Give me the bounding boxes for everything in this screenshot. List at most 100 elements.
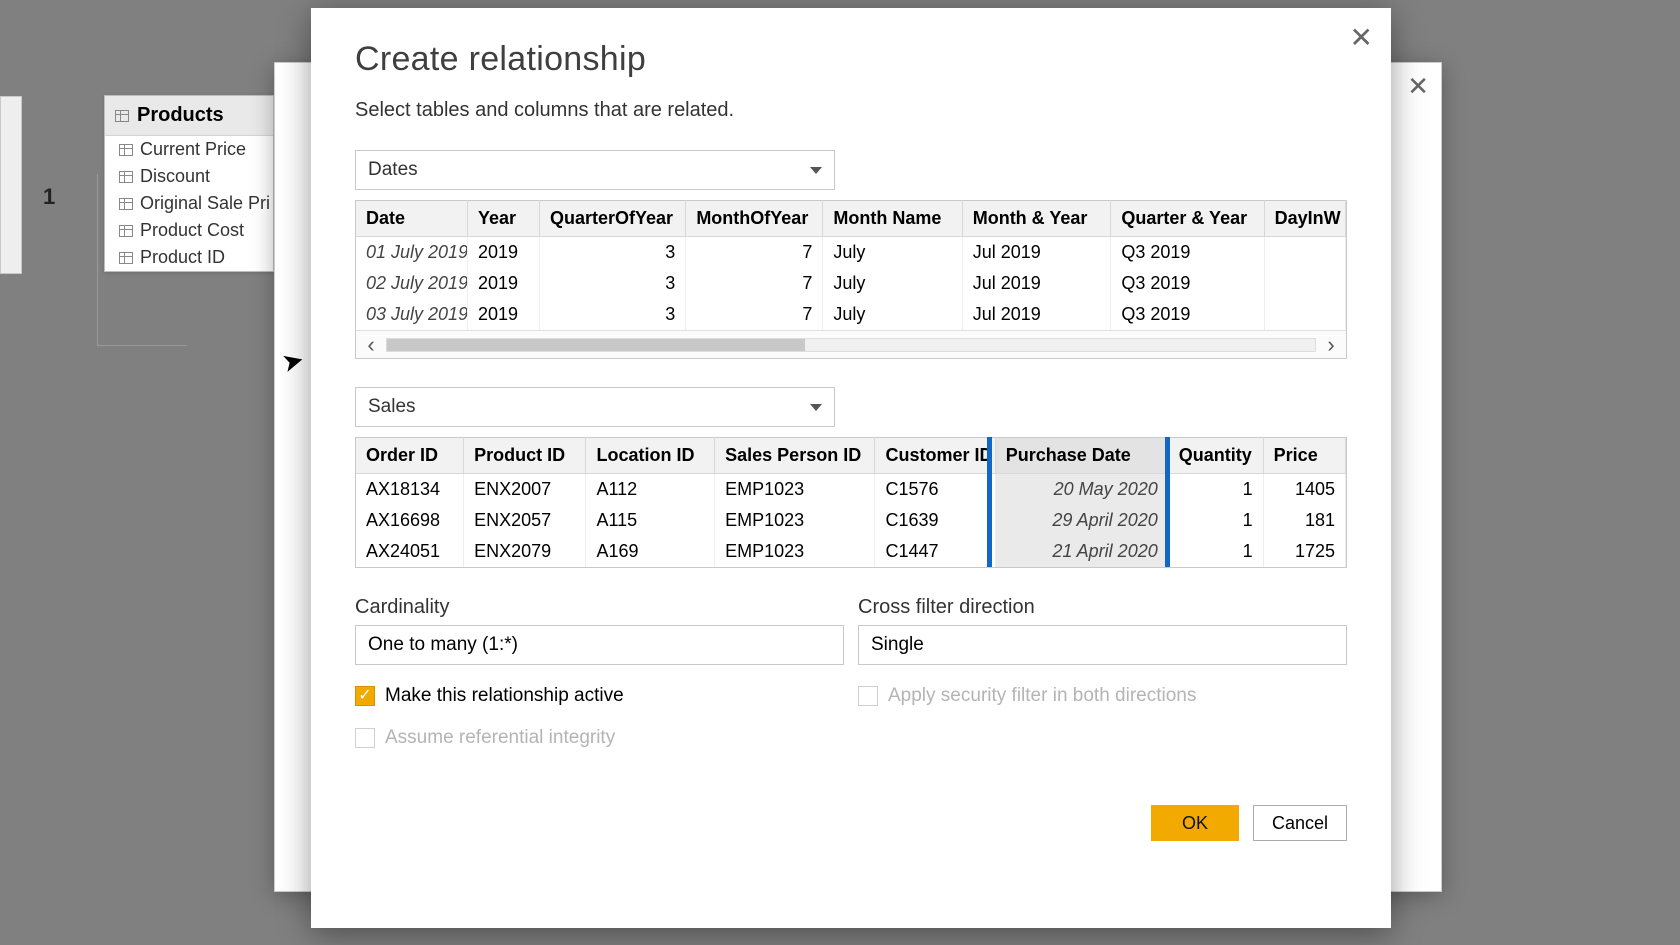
column-header[interactable]: Quarter & Year [1111,201,1264,237]
close-icon[interactable]: ✕ [1407,71,1429,102]
column-header[interactable]: Sales Person ID [715,438,875,474]
table-cell: 7 [686,299,823,330]
table-cell: 1 [1168,474,1263,506]
table2-preview: Order IDProduct IDLocation IDSales Perso… [355,437,1347,568]
table-cell: C1447 [875,536,995,567]
products-card-title: Products [137,104,224,127]
checkbox-active[interactable]: ✓ [355,686,375,706]
table-cell: 2019 [467,237,539,269]
table-cell: EMP1023 [715,474,875,506]
table2-select[interactable]: Sales [355,387,835,427]
table-cell: ENX2079 [464,536,586,567]
close-icon[interactable]: ✕ [1350,24,1373,52]
table-cell: 181 [1263,505,1345,536]
column-header[interactable]: Price [1263,438,1345,474]
crossfilter-label: Cross filter direction [858,596,1347,619]
table-cell [1264,237,1345,269]
field-label: Current Price [140,139,246,160]
security-checkbox-label: Apply security filter in both directions [888,685,1196,707]
bg-mini-panel [0,96,22,274]
table1-hscroll[interactable]: ‹ › [356,330,1346,358]
table-cell: 3 [539,268,685,299]
table-row: 02 July 2019201937JulyJul 2019Q3 2019 [356,268,1346,299]
scroll-thumb[interactable] [387,339,805,351]
cancel-button[interactable]: Cancel [1253,805,1347,841]
products-table-card[interactable]: Products Current Price Discount Original S… [104,95,274,272]
table1-preview: DateYearQuarterOfYearMonthOfYearMonth Na… [355,200,1347,359]
scroll-left-icon[interactable]: ‹ [356,332,386,358]
table-cell: 1 [1168,505,1263,536]
products-card-header: Products [105,96,273,136]
column-header[interactable]: DayInW [1264,201,1345,237]
table-cell: Q3 2019 [1111,299,1264,330]
crossfilter-select[interactable]: Single [858,625,1347,665]
column-header[interactable]: Product ID [464,438,586,474]
active-checkbox-label: Make this relationship active [385,685,624,707]
field-label: Original Sale Pri [140,193,270,214]
products-field[interactable]: Discount [105,163,273,190]
field-label: Discount [140,166,210,187]
table-row: AX18134ENX2007A112EMP1023C157620 May 202… [356,474,1346,506]
column-header[interactable]: MonthOfYear [686,201,823,237]
products-field[interactable]: Current Price [105,136,273,163]
table-cell: 7 [686,237,823,269]
column-icon [119,225,133,237]
column-header[interactable]: Year [467,201,539,237]
cardinality-label: Cardinality [355,596,844,619]
table-cell: A115 [586,505,715,536]
table-cell: July [823,299,962,330]
dialog-title: Create relationship [355,40,1347,79]
bg-cardinality-one: 1 [40,184,58,210]
column-header[interactable]: Order ID [356,438,464,474]
dialog-subtitle: Select tables and columns that are relat… [355,99,1347,122]
table-cell: Jul 2019 [962,268,1111,299]
column-header[interactable]: Location ID [586,438,715,474]
products-field[interactable]: Original Sale Pri [105,190,273,217]
table-cell: 1725 [1263,536,1345,567]
table1-select[interactable]: Dates [355,150,835,190]
table-row: AX24051ENX2079A169EMP1023C144721 April 2… [356,536,1346,567]
column-header[interactable]: Month & Year [962,201,1111,237]
column-icon [119,252,133,264]
table-cell: 21 April 2020 [995,536,1168,567]
table-cell: July [823,268,962,299]
table-cell: AX18134 [356,474,464,506]
cardinality-select[interactable]: One to many (1:*) [355,625,844,665]
table-cell [1264,299,1345,330]
column-header[interactable]: Date [356,201,467,237]
column-header[interactable]: Quantity [1168,438,1263,474]
cardinality-value: One to many (1:*) [368,634,518,656]
products-field[interactable]: Product Cost [105,217,273,244]
scroll-track[interactable] [386,338,1316,352]
table-row: 03 July 2019201937JulyJul 2019Q3 2019 [356,299,1346,330]
column-header[interactable]: Customer ID [875,438,995,474]
table-cell [1264,268,1345,299]
table-cell: 02 July 2019 [356,268,467,299]
column-header[interactable]: QuarterOfYear [539,201,685,237]
table-cell: EMP1023 [715,536,875,567]
table-cell: Jul 2019 [962,237,1111,269]
table-cell: 2019 [467,299,539,330]
scroll-right-icon[interactable]: › [1316,332,1346,358]
table-cell: C1639 [875,505,995,536]
table-cell: 03 July 2019 [356,299,467,330]
referential-checkbox-label: Assume referential integrity [385,727,615,749]
table-cell: Jul 2019 [962,299,1111,330]
table-cell: ENX2007 [464,474,586,506]
table-cell: 20 May 2020 [995,474,1168,506]
ok-button[interactable]: OK [1151,805,1239,841]
table-cell: 1 [1168,536,1263,567]
table-cell: A112 [586,474,715,506]
active-checkbox-row[interactable]: ✓ Make this relationship active [355,685,844,707]
checkbox-security [858,686,878,706]
table-cell: AX16698 [356,505,464,536]
column-icon [119,171,133,183]
field-label: Product Cost [140,220,244,241]
checkbox-referential [355,728,375,748]
table-cell: C1576 [875,474,995,506]
column-header[interactable]: Purchase Date [995,438,1168,474]
table2-select-value: Sales [368,396,416,418]
chevron-down-icon [810,404,822,411]
column-header[interactable]: Month Name [823,201,962,237]
products-field[interactable]: Product ID [105,244,273,271]
